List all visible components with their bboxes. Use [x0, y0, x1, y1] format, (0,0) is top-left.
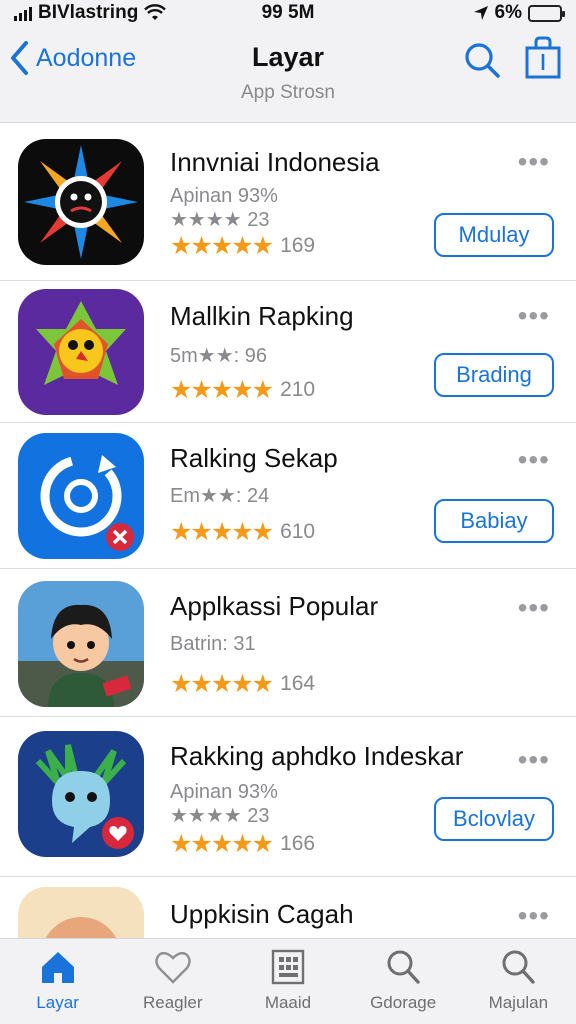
app-name: Rakking aphdko Indeskar [170, 741, 464, 771]
app-name: Applkassi Popular [170, 591, 379, 621]
battery-icon [528, 4, 565, 22]
app-list: Innvniai Indonesia Apinan 93% ★★★★ 23 ★★… [0, 123, 576, 938]
app-name: Innvniai Indonesia [170, 147, 380, 177]
tab-gdorage[interactable]: Gdorage [353, 947, 453, 1013]
get-app-button[interactable]: Bclovlay [434, 797, 554, 841]
app-meta: Em★★: 24 [170, 485, 270, 507]
more-options-icon[interactable]: ••• [518, 902, 550, 930]
compass-star-app-icon [18, 139, 144, 265]
more-options-icon[interactable]: ••• [518, 148, 550, 176]
list-item[interactable]: Rakking aphdko Indeskar Apinan 93% ★★★★ … [0, 717, 576, 877]
home-icon [41, 952, 74, 983]
app-meta-secondary: ★★★★ 23 [170, 209, 270, 231]
status-bar: BIVlastring 99 5M 6% [0, 0, 576, 26]
tab-label: Maaid [264, 993, 312, 1012]
list-item[interactable]: Applkassi Popular Batrin: 31 ★★★★★ 164 •… [0, 569, 576, 717]
app-meta: Batrin: 31 [170, 633, 256, 655]
star-rating-icon: ★★★★★ [170, 518, 274, 546]
bird-heart-app-icon [18, 731, 144, 857]
grid-icon [271, 949, 305, 985]
tab-label: Gdorage [370, 993, 437, 1012]
battery-percent: 6% [494, 2, 522, 23]
more-options-icon[interactable]: ••• [518, 746, 550, 774]
app-meta: Apinan 93% [170, 185, 278, 207]
rating-count: 169 [280, 234, 316, 257]
list-item[interactable]: Uppkisin Cagah ••• [0, 877, 576, 938]
app-rating: ★★★★★ 164 [170, 669, 315, 699]
old-man-app-icon [18, 887, 144, 938]
star-rating-icon: ★★★★★ [170, 830, 274, 858]
shopping-bag-icon[interactable] [524, 36, 562, 80]
app-rating: ★★★★★ 169 [170, 231, 315, 261]
list-item[interactable]: Mallkin Rapking 5m★★: 96 ★★★★★ 210 ••• B… [0, 281, 576, 423]
tab-layar[interactable]: Layar [8, 947, 108, 1013]
get-app-button[interactable]: Mdulay [434, 213, 554, 257]
star-rating-icon: ★★★★★ [170, 670, 274, 698]
app-rating: ★★★★★ 166 [170, 829, 315, 859]
tab-maaid[interactable]: Maaid [238, 947, 338, 1013]
list-item[interactable]: Innvniai Indonesia Apinan 93% ★★★★ 23 ★★… [0, 123, 576, 281]
app-meta-secondary: ★★★★ 23 [170, 805, 270, 827]
app-meta: Apinan 93% [170, 781, 278, 803]
app-name: Ralking Sekap [170, 443, 338, 473]
heart-icon [155, 951, 191, 984]
tab-label: Layar [36, 993, 79, 1012]
wifi-icon [144, 4, 167, 20]
location-arrow-icon [473, 6, 488, 20]
more-options-icon[interactable]: ••• [518, 594, 550, 622]
list-item[interactable]: Ralking Sekap Em★★: 24 ★★★★★ 610 ••• Bab… [0, 423, 576, 569]
app-name: Uppkisin Cagah [170, 899, 354, 929]
app-meta: 5m★★: 96 [170, 345, 268, 367]
app-rating: ★★★★★ 210 [170, 375, 315, 405]
app-rating: ★★★★★ 610 [170, 517, 315, 547]
tab-label: Reagler [143, 993, 203, 1012]
cartoon-boy-app-icon [18, 581, 144, 707]
more-options-icon[interactable]: ••• [518, 302, 550, 330]
carrier-label: BIVlastring [38, 2, 139, 23]
rating-count: 166 [280, 832, 316, 855]
star-rating-icon: ★★★★★ [170, 232, 274, 260]
tab-bar: Layar Reagler Maaid Gdorage Majulan [0, 938, 576, 1024]
signal-icon [14, 5, 32, 21]
search-icon[interactable] [462, 40, 502, 80]
get-app-button[interactable]: Babiay [434, 499, 554, 543]
more-options-icon[interactable]: ••• [518, 446, 550, 474]
star-rating-icon: ★★★★★ [170, 376, 274, 404]
rating-count: 210 [280, 378, 316, 401]
leaf-creature-app-icon [18, 289, 144, 415]
navigation-bar: Aodonne Layar App Strosn [0, 26, 576, 123]
page-subtitle: App Strosn [241, 82, 335, 103]
get-app-button[interactable]: Brading [434, 353, 554, 397]
tab-majulan[interactable]: Majulan [468, 947, 568, 1013]
search-icon [387, 950, 420, 984]
app-name: Mallkin Rapking [170, 301, 354, 331]
tab-label: Majulan [488, 993, 549, 1012]
sync-arrows-app-icon [18, 433, 144, 559]
rating-count: 610 [280, 520, 316, 543]
tab-reagler[interactable]: Reagler [123, 947, 223, 1013]
rating-count: 164 [280, 672, 316, 695]
search-icon [502, 950, 536, 984]
